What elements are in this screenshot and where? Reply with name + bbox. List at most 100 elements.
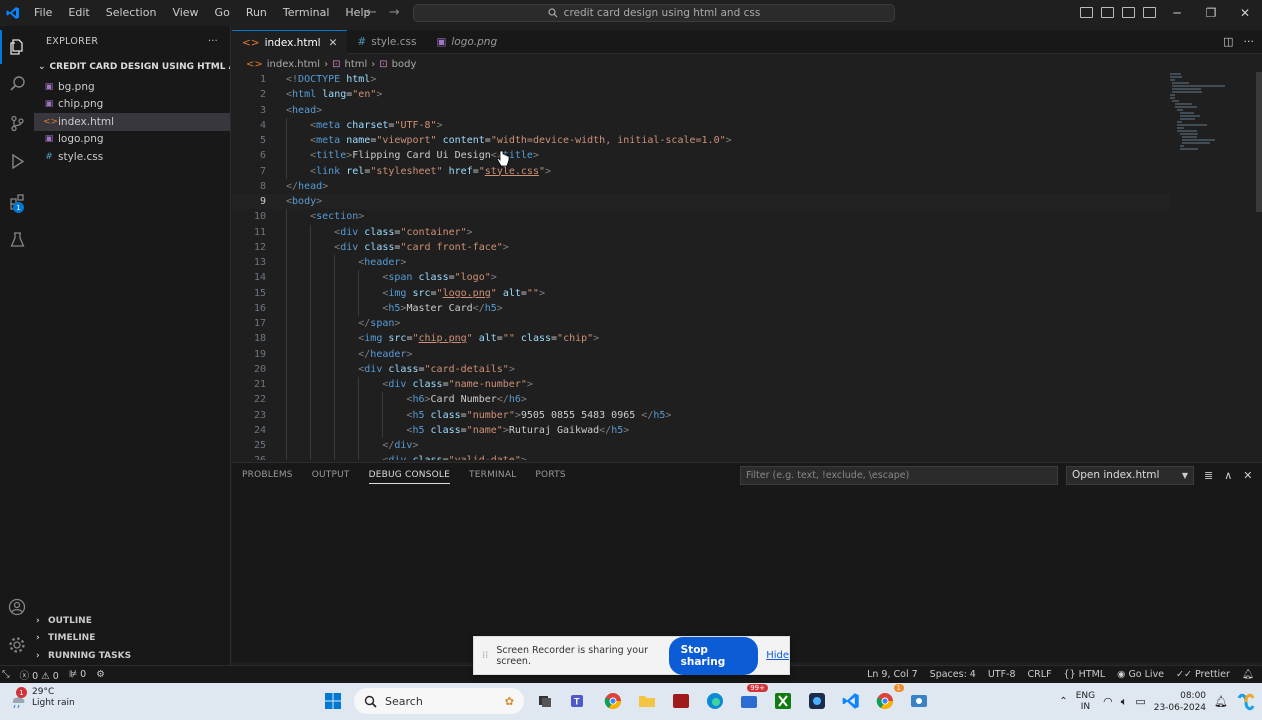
file-item[interactable]: ▣ logo.png — [34, 131, 230, 149]
testing-icon[interactable] — [0, 222, 34, 256]
weather-widget[interactable]: 1 29°C Light rain — [8, 687, 75, 709]
close-panel-icon[interactable]: ✕ — [1243, 469, 1252, 482]
toggle-secondary-sidebar-icon[interactable] — [1122, 7, 1135, 18]
menu-file[interactable]: File — [26, 0, 60, 26]
folder-root[interactable]: ⌄ CREDIT CARD DESIGN USING HTML AND ... — [34, 56, 230, 78]
timeline-section[interactable]: › TIMELINE — [34, 630, 231, 648]
minimap[interactable] — [1170, 72, 1232, 152]
xbox-icon[interactable] — [770, 688, 796, 714]
toggle-panel-icon[interactable] — [1101, 7, 1114, 18]
command-center[interactable]: credit card design using html and css — [413, 4, 895, 22]
file-item[interactable]: # style.css — [34, 148, 230, 166]
vscode-taskbar-icon[interactable] — [838, 688, 864, 714]
minimize-icon[interactable]: ─ — [1160, 0, 1194, 26]
code-line[interactable]: 1 <!DOCTYPE html> — [232, 72, 1170, 87]
encoding[interactable]: UTF-8 — [988, 669, 1016, 680]
toggle-primary-sidebar-icon[interactable] — [1080, 7, 1093, 18]
edge-icon[interactable] — [702, 688, 728, 714]
clock[interactable]: 08:00 23-06-2024 — [1154, 690, 1206, 714]
remote-icon[interactable]: ⤡ — [2, 669, 10, 680]
code-line[interactable]: 9 <body> — [232, 194, 1170, 210]
code-line[interactable]: 17 </span> — [232, 316, 1170, 332]
windows-start-icon[interactable] — [320, 688, 346, 714]
code-line[interactable]: 26 <div class="valid-date"> — [232, 453, 1170, 460]
extensions-icon[interactable]: 1 — [0, 184, 34, 218]
breadcrumb-file[interactable]: index.html — [267, 59, 320, 70]
more-tab-actions-icon[interactable]: ··· — [1244, 35, 1255, 48]
editor-scrollbar[interactable] — [1256, 72, 1262, 212]
menu-go[interactable]: Go — [207, 0, 238, 26]
outline-section[interactable]: › OUTLINE — [34, 612, 231, 630]
code-line[interactable]: 12 <div class="card front-face"> — [232, 239, 1170, 255]
more-actions-icon[interactable]: ··· — [208, 36, 218, 47]
file-explorer-icon[interactable] — [634, 688, 660, 714]
prettier-status[interactable]: ✓✓ Prettier — [1176, 669, 1230, 680]
hide-link[interactable]: Hide — [766, 650, 789, 661]
code-line[interactable]: 25 </div> — [232, 438, 1170, 454]
tab-logo-png[interactable]: ▣ logo.png — [426, 30, 507, 54]
tab-output[interactable]: OUTPUT — [312, 470, 350, 484]
go-live-button[interactable]: ◉ Go Live — [1117, 669, 1164, 680]
code-line[interactable]: 16 <h5>Master Card</h5> — [232, 300, 1170, 316]
code-line[interactable]: 24 <h5 class="name">Ruturaj Gaikwad</h5> — [232, 422, 1170, 438]
wifi-icon[interactable]: ◠ — [1103, 695, 1113, 708]
code-line[interactable]: 22 <h6>Card Number</h6> — [232, 392, 1170, 408]
code-line[interactable]: 8 </head> — [232, 179, 1170, 194]
back-arrow-icon[interactable]: ← — [366, 5, 377, 20]
running-tasks-section[interactable]: › RUNNING TASKS — [34, 647, 231, 665]
code-line[interactable]: 20 <div class="card-details"> — [232, 361, 1170, 377]
red-app-icon[interactable] — [668, 688, 694, 714]
notification-icon[interactable]: 🔔︎ — [1214, 695, 1228, 708]
code-editor[interactable]: 1 <!DOCTYPE html> 2 <html lang="en"> 3 <head>… — [232, 72, 1170, 460]
menu-selection[interactable]: Selection — [98, 0, 165, 26]
code-line[interactable]: 3 <head> — [232, 103, 1170, 118]
accounts-icon[interactable] — [0, 590, 34, 624]
chevron-up-icon[interactable]: ⌃ — [1059, 696, 1067, 707]
volume-icon[interactable]: 🔈︎ — [1121, 695, 1128, 709]
code-line[interactable]: 4 <meta charset="UTF-8"> — [232, 117, 1170, 133]
code-line[interactable]: 13 <header> — [232, 255, 1170, 271]
code-line[interactable]: 7 <link rel="stylesheet" href="style.css… — [232, 163, 1170, 179]
code-line[interactable]: 14 <span class="logo"> — [232, 270, 1170, 286]
debug-icon[interactable]: ⚙ — [96, 669, 105, 680]
menu-run[interactable]: Run — [238, 0, 275, 26]
tab-problems[interactable]: PROBLEMS — [242, 470, 293, 484]
run-debug-icon[interactable] — [0, 144, 34, 178]
settings-gear-icon[interactable] — [0, 628, 34, 662]
code-line[interactable]: 6 <title>Flipping Card Ui Design</title> — [232, 148, 1170, 164]
search-activity-icon[interactable] — [0, 66, 34, 100]
code-line[interactable]: 19 </header> — [232, 346, 1170, 362]
split-editor-icon[interactable]: ◫ — [1223, 35, 1233, 48]
teams-icon[interactable]: T — [566, 688, 592, 714]
tab-terminal[interactable]: TERMINAL — [469, 470, 516, 484]
file-item-active[interactable]: <> index.html — [34, 113, 230, 131]
recorder-icon[interactable] — [906, 688, 932, 714]
open-file-select[interactable]: Open index.html ▼ — [1066, 466, 1194, 485]
ports-status[interactable]: ⊯ 0 — [69, 669, 86, 680]
source-control-icon[interactable] — [0, 106, 34, 140]
breadcrumb-body[interactable]: body — [392, 59, 417, 70]
forward-arrow-icon[interactable]: → — [389, 5, 400, 20]
code-line[interactable]: 23 <h5 class="number">9505 0855 5483 096… — [232, 407, 1170, 423]
menu-terminal[interactable]: Terminal — [275, 0, 338, 26]
code-line[interactable]: 18 <img src="chip.png" alt="" class="chi… — [232, 331, 1170, 347]
cursor-position[interactable]: Ln 9, Col 7 — [867, 669, 918, 680]
notifications-bell-icon[interactable]: 🔔︎ — [1242, 669, 1254, 680]
camera-app-icon[interactable] — [804, 688, 830, 714]
maximize-icon[interactable]: ❐ — [1194, 0, 1228, 26]
menu-edit[interactable]: Edit — [60, 0, 97, 26]
file-item[interactable]: ▣ chip.png — [34, 96, 230, 114]
close-icon[interactable]: ✕ — [329, 37, 338, 49]
battery-icon[interactable]: ▭ — [1135, 695, 1145, 708]
end-of-line[interactable]: CRLF — [1028, 669, 1052, 680]
tab-index-html[interactable]: <> index.html ✕ — [232, 30, 348, 54]
chrome-icon[interactable] — [600, 688, 626, 714]
indentation[interactable]: Spaces: 4 — [930, 669, 976, 680]
chrome-profile-icon[interactable]: 1 — [872, 684, 904, 714]
drag-handle-icon[interactable]: ⁞⁞ — [482, 650, 488, 661]
clear-console-icon[interactable]: ≣ — [1204, 469, 1213, 482]
code-line[interactable]: 5 <meta name="viewport" content="width=d… — [232, 133, 1170, 149]
store-icon[interactable]: 99+ — [736, 684, 768, 714]
task-view-icon[interactable] — [532, 688, 558, 714]
code-line[interactable]: 21 <div class="name-number"> — [232, 377, 1170, 393]
